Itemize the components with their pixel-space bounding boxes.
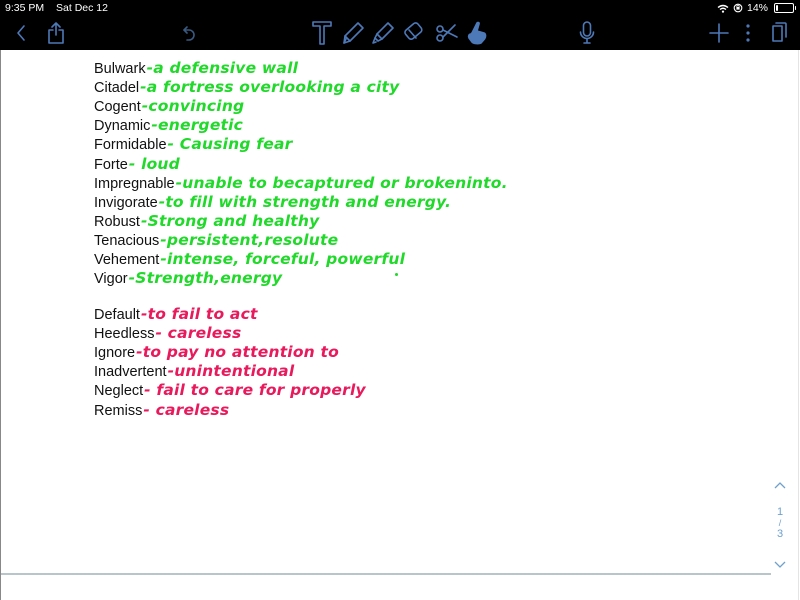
vocab-term: Bulwark: [94, 61, 146, 77]
text-tool[interactable]: [310, 20, 334, 46]
orientation-lock-icon: [733, 3, 743, 13]
vocab-entry: Vigor -Strength,energy: [94, 269, 282, 288]
handwritten-definition: -to pay no attention to: [136, 343, 339, 362]
page-indicator: 1 / 3: [773, 506, 787, 540]
vocab-term: Inadvertent: [94, 364, 167, 381]
eraser-icon: [404, 22, 423, 41]
vocab-entry: Vehement -intense, forceful, powerful: [94, 250, 405, 269]
vocab-entry: Tenacious -persistent,resolute: [94, 231, 338, 250]
handwritten-definition: - careless: [143, 400, 230, 419]
scissors-icon: [436, 24, 458, 42]
vocab-entry: Heedless - careless: [94, 324, 241, 343]
wifi-icon: [717, 4, 729, 13]
vocab-entry: Invigorate -to fill with strength and ene…: [94, 193, 451, 212]
microphone-button[interactable]: [576, 20, 598, 46]
pen-tool[interactable]: [340, 20, 366, 46]
handwritten-definition: - Causing fear: [167, 135, 293, 154]
pen-icon: [343, 22, 364, 44]
vocab-term: Vehement: [94, 252, 160, 268]
handwritten-definition: -persistent,resolute: [160, 230, 339, 249]
pointer-tool[interactable]: [464, 20, 490, 46]
vocab-term: Remiss: [94, 402, 143, 419]
share-icon: [48, 22, 64, 44]
vocab-entry: Default -to fail to act: [94, 305, 258, 324]
highlighter-tool[interactable]: [370, 20, 396, 46]
current-page: 1: [776, 506, 784, 518]
vocab-term: Robust: [94, 213, 140, 230]
more-button[interactable]: [740, 20, 756, 46]
vocab-term: Neglect: [94, 383, 144, 400]
vocab-entry: Ignore -to pay no attention to: [94, 343, 339, 362]
vocab-term: Invigorate: [94, 194, 158, 211]
vocab-term: Impregnable: [94, 175, 175, 192]
page-break-divider: [1, 573, 771, 575]
text-icon: [312, 21, 332, 45]
vocab-term: Forte: [94, 156, 128, 173]
vocab-entry: Dynamic -energetic: [94, 116, 243, 135]
more-vertical-icon: [746, 24, 750, 42]
undo-icon: [183, 26, 195, 41]
eraser-tool[interactable]: [402, 20, 428, 46]
handwritten-definition: -convincing: [141, 97, 245, 116]
pages-icon: [772, 22, 787, 42]
top-bar: 9:35 PM Sat Dec 12 14%: [0, 0, 800, 50]
handwritten-definition: - careless: [155, 324, 242, 343]
chevron-up-icon: [774, 482, 786, 489]
share-button[interactable]: [44, 20, 68, 46]
status-bar-left: 9:35 PM Sat Dec 12: [5, 2, 117, 14]
back-button[interactable]: [10, 20, 32, 46]
vocab-term: Dynamic: [94, 118, 151, 135]
vocab-entry: Bulwark -a defensive wall: [94, 59, 298, 78]
vocab-entry: Citadel -a fortress overlooking a city: [94, 78, 399, 97]
handwritten-definition: -energetic: [151, 116, 244, 135]
undo-button[interactable]: [178, 20, 200, 46]
vocab-term: Default: [94, 307, 140, 323]
handwritten-definition: -unable to becaptured or brokeninto.: [175, 173, 508, 192]
vocab-term: Heedless: [94, 326, 155, 343]
status-bar-right: 14%: [717, 2, 796, 14]
battery-percent: 14%: [746, 2, 768, 14]
vocab-term: Formidable: [94, 137, 167, 154]
plus-icon: [709, 23, 729, 43]
vocab-term: Tenacious: [94, 232, 160, 249]
handwritten-definition: -unintentional: [167, 362, 295, 381]
microphone-icon: [579, 21, 595, 44]
chevron-left-icon: [17, 25, 25, 41]
handwritten-definition: -a fortress overlooking a city: [140, 78, 400, 97]
scissors-tool[interactable]: [434, 20, 460, 46]
vocab-entry: Neglect - fail to care for properly: [94, 381, 366, 400]
handwritten-definition: - loud: [128, 154, 180, 173]
pages-button[interactable]: [768, 20, 790, 46]
vocab-entry: Remiss - careless: [94, 401, 229, 420]
vocab-entry: Cogent -convincing: [94, 97, 244, 116]
page-down-button[interactable]: [773, 560, 787, 572]
battery-icon: [774, 3, 796, 13]
handwritten-definition: - fail to care for properly: [144, 381, 366, 400]
handwritten-definition: -to fill with strength and energy.: [158, 192, 452, 211]
add-button[interactable]: [708, 20, 730, 46]
stray-ink-dot: [395, 273, 398, 276]
hand-pointer-icon: [467, 21, 487, 45]
vocab-term: Ignore: [94, 345, 136, 362]
vocab-term: Vigor: [94, 271, 128, 288]
status-time: 9:35 PM: [5, 2, 45, 14]
vocab-entry: Impregnable -unable to becaptured or brok…: [94, 174, 508, 193]
vocab-entry: Forte - loud: [94, 155, 180, 174]
page-separator: /: [778, 518, 782, 528]
handwritten-definition: -Strength,energy: [128, 269, 283, 288]
vocab-term: Citadel: [94, 80, 140, 97]
vocab-entry: Inadvertent -unintentional: [94, 362, 294, 381]
vocab-entry: Robust -Strong and healthy: [94, 212, 319, 231]
handwritten-definition: -intense, forceful, powerful: [160, 250, 406, 268]
vocab-entry: Formidable - Causing fear: [94, 135, 292, 154]
highlighter-icon: [372, 22, 394, 44]
status-date: Sat Dec 12: [56, 2, 108, 14]
handwritten-definition: -Strong and healthy: [140, 211, 320, 230]
chevron-down-icon: [774, 561, 786, 568]
total-pages: 3: [776, 528, 784, 540]
handwritten-definition: -to fail to act: [140, 305, 258, 323]
page-up-button[interactable]: [773, 480, 787, 492]
vocab-term: Cogent: [94, 99, 141, 116]
handwritten-definition: -a defensive wall: [146, 59, 299, 77]
